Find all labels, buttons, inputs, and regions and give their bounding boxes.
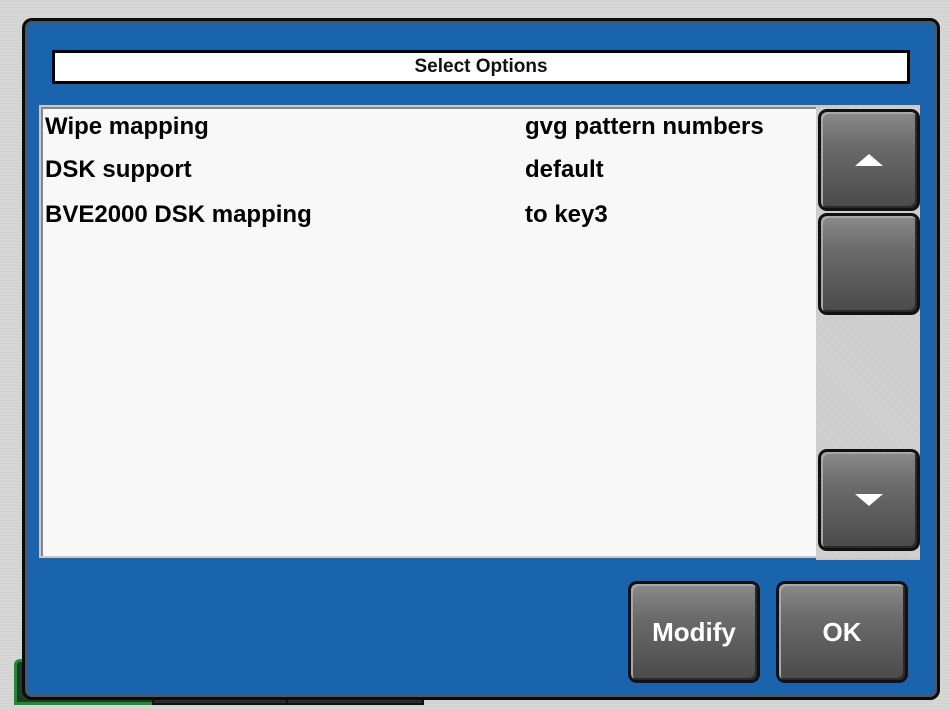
option-value: default	[525, 156, 604, 183]
option-value: to key3	[525, 201, 608, 228]
option-value: gvg pattern numbers	[525, 113, 764, 140]
modify-button[interactable]: Modify	[628, 581, 760, 683]
ok-button[interactable]: OK	[776, 581, 908, 683]
scroll-down-button[interactable]	[818, 449, 920, 551]
option-name: DSK support	[45, 156, 192, 183]
list-item-dsk-support[interactable]: DSK support default	[41, 150, 817, 190]
select-options-dialog: Select Options Wipe mapping gvg pattern …	[22, 18, 940, 700]
list-item-bve2000-dsk-mapping[interactable]: BVE2000 DSK mapping to key3	[41, 195, 817, 235]
list-item-wipe-mapping[interactable]: Wipe mapping gvg pattern numbers	[41, 107, 817, 147]
options-list[interactable]: Wipe mapping gvg pattern numbers DSK sup…	[39, 105, 819, 558]
option-name: BVE2000 DSK mapping	[45, 201, 312, 228]
option-name: Wipe mapping	[45, 113, 209, 140]
scroll-up-button[interactable]	[818, 109, 920, 211]
triangle-down-icon	[855, 494, 883, 506]
dialog-title: Select Options	[52, 50, 910, 84]
triangle-up-icon	[855, 154, 883, 166]
scrollbar-thumb[interactable]	[818, 213, 920, 315]
